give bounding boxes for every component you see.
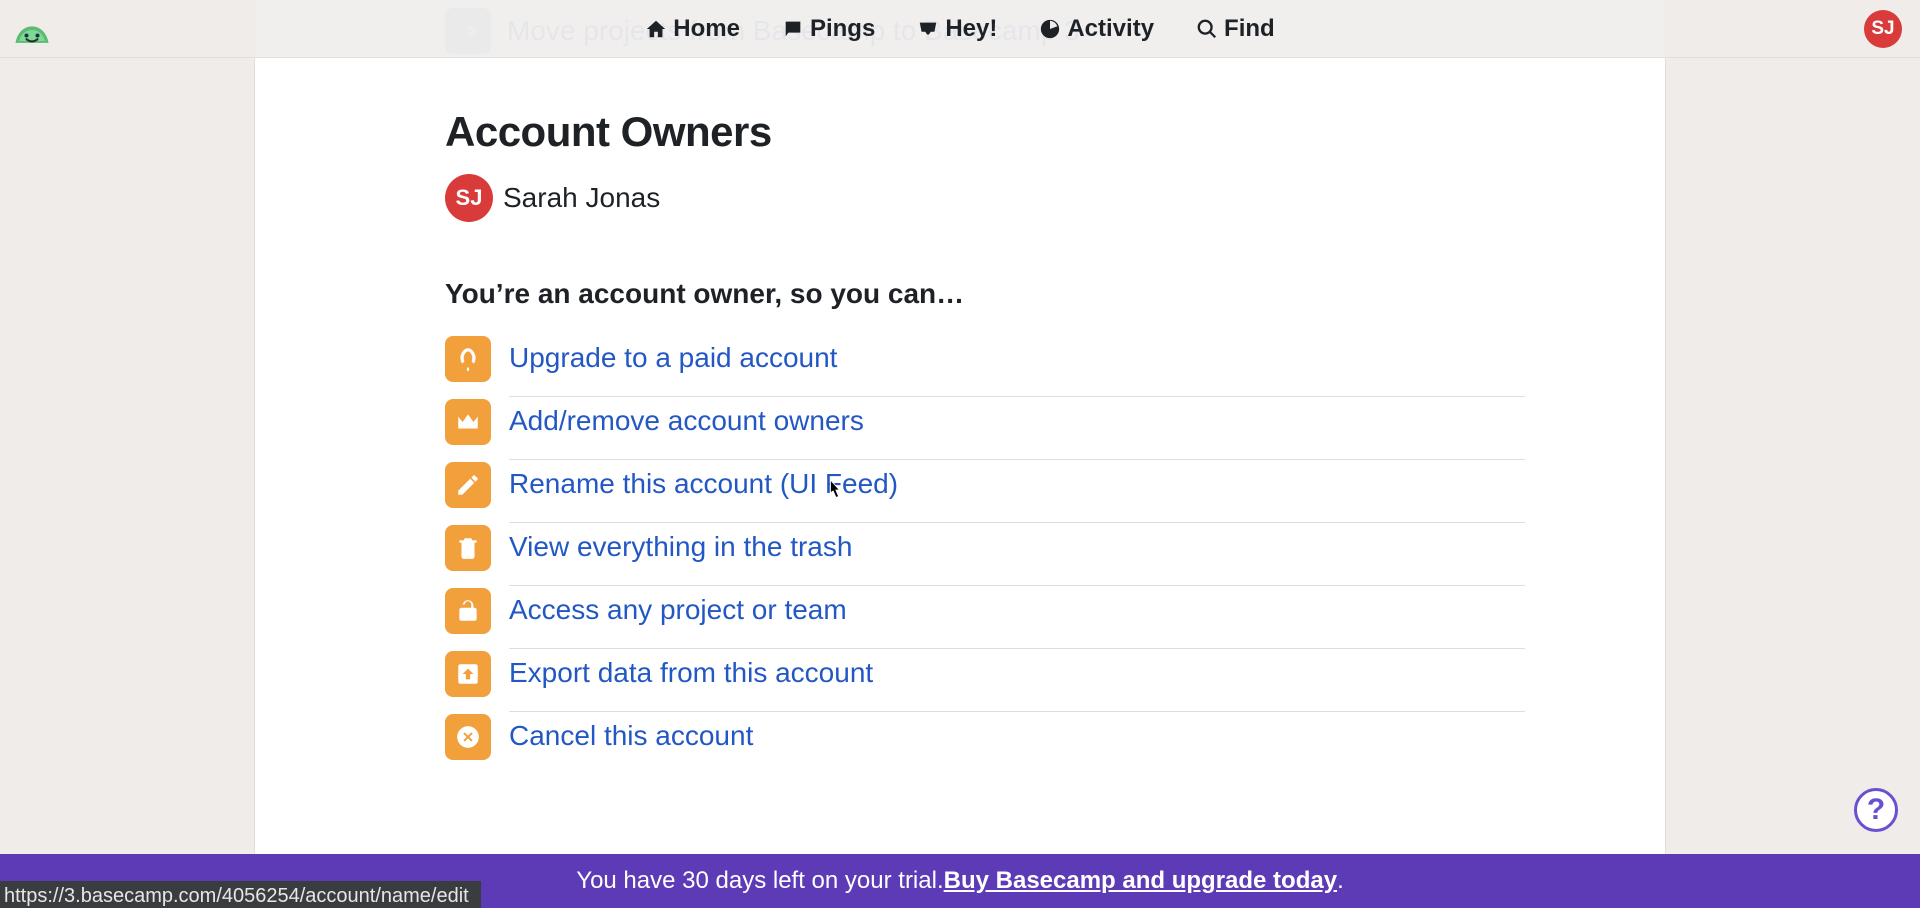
nav-activity[interactable]: Activity — [1039, 15, 1154, 43]
action-rename[interactable]: Rename this account (UI Feed) — [445, 460, 1525, 523]
nav-activity-label: Activity — [1067, 15, 1154, 43]
action-list: Upgrade to a paid account Add/remove acc… — [445, 334, 1525, 774]
pencil-icon — [445, 462, 491, 508]
nav-find[interactable]: Find — [1196, 15, 1275, 43]
rocket-icon — [445, 336, 491, 382]
owner-avatar[interactable]: SJ — [445, 174, 493, 222]
export-icon — [445, 651, 491, 697]
main-card: Move projects from Basecamp to Basecamp … — [254, 0, 1666, 908]
action-trash[interactable]: View everything in the trash — [445, 523, 1525, 586]
action-export-link[interactable]: Export data from this account — [509, 657, 873, 688]
user-avatar[interactable]: SJ — [1864, 10, 1902, 48]
trial-prefix: You have 30 days left on your trial. — [576, 867, 943, 895]
sub-heading: You’re an account owner, so you can… — [445, 278, 1525, 310]
trash-icon — [445, 525, 491, 571]
crown-icon — [445, 399, 491, 445]
basecamp-logo[interactable] — [10, 8, 54, 52]
action-trash-link[interactable]: View everything in the trash — [509, 531, 852, 562]
trial-upgrade-link[interactable]: Buy Basecamp and upgrade today — [944, 867, 1337, 895]
action-access-link[interactable]: Access any project or team — [509, 594, 847, 625]
nav-home-label: Home — [673, 15, 740, 43]
home-icon — [645, 18, 667, 40]
nav-hey-label: Hey! — [945, 15, 997, 43]
search-icon — [1196, 18, 1218, 40]
action-cancel-link[interactable]: Cancel this account — [509, 720, 753, 751]
action-access[interactable]: Access any project or team — [445, 586, 1525, 649]
page-title: Account Owners — [445, 108, 1525, 156]
action-owners-link[interactable]: Add/remove account owners — [509, 405, 864, 436]
nav-home[interactable]: Home — [645, 15, 740, 43]
content-area: Account Owners SJ Sarah Jonas You’re an … — [445, 108, 1525, 774]
nav-pings[interactable]: Pings — [782, 15, 875, 43]
action-owners[interactable]: Add/remove account owners — [445, 397, 1525, 460]
action-rename-link[interactable]: Rename this account (UI Feed) — [509, 468, 898, 499]
cancel-icon — [445, 714, 491, 760]
owner-row: SJ Sarah Jonas — [445, 174, 1525, 222]
chat-icon — [782, 18, 804, 40]
unlock-icon — [445, 588, 491, 634]
action-upgrade-link[interactable]: Upgrade to a paid account — [509, 342, 837, 373]
top-nav: Home Pings Hey! Activity Find SJ — [0, 0, 1920, 58]
help-button[interactable]: ? — [1854, 788, 1898, 832]
owner-name: Sarah Jonas — [503, 182, 660, 214]
trial-suffix: . — [1337, 867, 1344, 895]
activity-icon — [1039, 18, 1061, 40]
inbox-icon — [917, 18, 939, 40]
nav-hey[interactable]: Hey! — [917, 15, 997, 43]
status-url: https://3.basecamp.com/4056254/account/n… — [0, 881, 481, 908]
action-cancel[interactable]: Cancel this account — [445, 712, 1525, 774]
nav-find-label: Find — [1224, 15, 1275, 43]
nav-pings-label: Pings — [810, 15, 875, 43]
action-export[interactable]: Export data from this account — [445, 649, 1525, 712]
action-upgrade[interactable]: Upgrade to a paid account — [445, 334, 1525, 397]
